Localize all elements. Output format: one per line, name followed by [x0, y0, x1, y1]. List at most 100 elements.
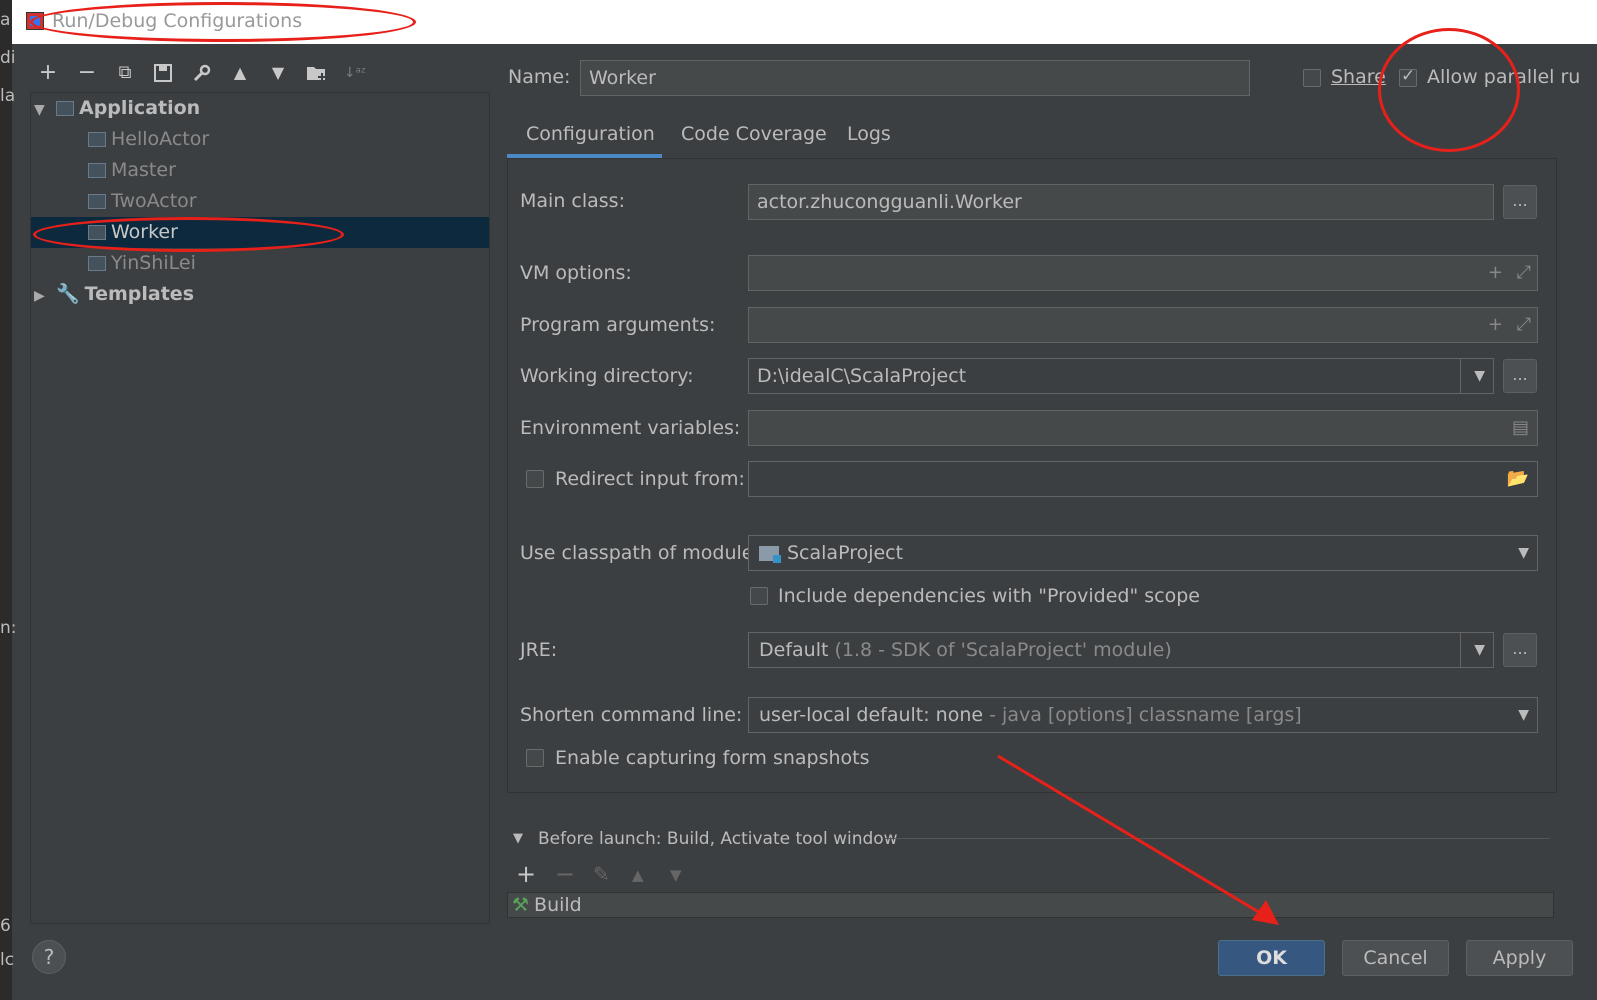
shorten-command-line-label: Shorten command line:	[520, 704, 743, 726]
shorten-command-line-value: user-local default: none	[759, 704, 984, 726]
before-launch-title[interactable]: Before launch: Build, Activate tool wind…	[538, 829, 898, 849]
apply-button[interactable]: Apply	[1466, 940, 1573, 976]
annotation-ellipse-title	[30, 2, 416, 42]
include-dependencies-checkbox[interactable]	[750, 587, 768, 605]
program-arguments-label: Program arguments:	[520, 314, 716, 336]
redirect-input-label[interactable]: Redirect input from:	[555, 468, 745, 490]
wrench-icon[interactable]	[189, 60, 215, 86]
annotation-ellipse-parallel	[1378, 28, 1520, 152]
jre-browse-button[interactable]: ...	[1503, 633, 1537, 667]
folder-icon[interactable]: 📂	[1507, 462, 1529, 496]
capture-snapshots-checkbox[interactable]	[526, 749, 544, 767]
application-icon	[88, 163, 106, 178]
strip-glyph: lc	[0, 950, 15, 970]
working-directory-label: Working directory:	[520, 365, 694, 387]
tree-item-label: YinShiLei	[111, 252, 196, 274]
hammer-icon: ⚒	[512, 894, 530, 916]
strip-glyph: la	[0, 86, 16, 106]
main-class-input[interactable]: actor.zhucongguanli.Worker	[748, 184, 1494, 220]
classpath-module-combo[interactable]: ScalaProject ▼	[748, 535, 1538, 571]
arrow-down-icon[interactable]: ▼	[670, 866, 682, 884]
plus-icon[interactable]: +	[1488, 308, 1503, 342]
vm-options-input[interactable]: + ⤢	[748, 255, 1538, 291]
tree-node-label: Application	[79, 97, 201, 119]
module-folder-icon	[759, 546, 781, 563]
chevron-down-icon[interactable]: ▼	[1518, 698, 1529, 732]
chevron-down-icon[interactable]: ▼	[1474, 633, 1485, 667]
minus-icon[interactable]: −	[74, 60, 100, 86]
tab-logs[interactable]: Logs	[847, 120, 891, 158]
working-directory-value: D:\idealC\ScalaProject	[757, 365, 967, 387]
plus-icon[interactable]: +	[1488, 256, 1503, 290]
plus-icon[interactable]: +	[35, 60, 61, 86]
annotation-arrow	[997, 754, 1279, 925]
new-folder-icon[interactable]	[304, 60, 330, 86]
expand-icon[interactable]: ⤢	[1517, 256, 1531, 290]
application-icon	[88, 132, 106, 147]
share-checkbox[interactable]	[1303, 69, 1321, 87]
tree-node-application[interactable]: ▼ Application	[34, 93, 489, 124]
minus-icon[interactable]: −	[555, 860, 575, 888]
shorten-command-line-combo[interactable]: user-local default: none - java [options…	[748, 697, 1538, 733]
tree-item-yinshilei[interactable]: YinShiLei	[88, 248, 196, 279]
redirect-input-field[interactable]: 📂	[748, 461, 1538, 497]
wrench-icon: 🔧	[56, 283, 80, 305]
program-arguments-input[interactable]: + ⤢	[748, 307, 1538, 343]
main-class-browse-button[interactable]: ...	[1503, 185, 1537, 219]
jre-combo[interactable]: Default (1.8 - SDK of 'ScalaProject' mod…	[748, 632, 1494, 668]
environment-variables-label: Environment variables:	[520, 417, 741, 439]
chevron-down-icon[interactable]: ▼	[34, 95, 56, 126]
chevron-down-icon[interactable]: ▼	[1474, 359, 1485, 393]
chevron-down-icon[interactable]: ▼	[513, 831, 523, 846]
tree-item-twoactor[interactable]: TwoActor	[88, 186, 197, 217]
sort-icon[interactable]: ↓ᵃᶻ	[342, 60, 368, 86]
tree-item-label: HelloActor	[111, 128, 210, 150]
application-icon	[56, 101, 74, 116]
main-class-label: Main class:	[520, 190, 625, 212]
chevron-right-icon[interactable]: ▶	[34, 281, 56, 312]
classpath-module-label: Use classpath of module:	[520, 542, 760, 564]
strip-glyph: a	[0, 10, 11, 30]
before-launch-item[interactable]: ⚒ Build	[512, 894, 582, 916]
arrow-up-icon[interactable]: ▲	[632, 866, 644, 884]
strip-glyph: 6	[0, 916, 11, 936]
combo-separator	[1460, 633, 1461, 667]
save-icon[interactable]	[150, 60, 176, 86]
cancel-button[interactable]: Cancel	[1342, 940, 1449, 976]
arrow-up-icon[interactable]: ▲	[227, 60, 253, 86]
document-icon[interactable]: ▤	[1512, 411, 1529, 445]
ok-button[interactable]: OK	[1218, 940, 1325, 976]
annotation-arrow-head	[1252, 900, 1279, 925]
name-label: Name:	[508, 66, 571, 88]
application-icon	[88, 256, 106, 271]
before-launch-item-label: Build	[534, 894, 582, 916]
copy-icon[interactable]: ⧉	[112, 60, 138, 86]
vm-options-label: VM options:	[520, 262, 632, 284]
plus-icon[interactable]: +	[516, 860, 536, 888]
tree-item-master[interactable]: Master	[88, 155, 176, 186]
strip-glyph: di	[0, 48, 16, 68]
tab-configuration[interactable]: Configuration	[526, 120, 655, 158]
working-directory-browse-button[interactable]: ...	[1503, 359, 1537, 393]
include-dependencies-label[interactable]: Include dependencies with "Provided" sco…	[778, 585, 1200, 607]
tab-code-coverage[interactable]: Code Coverage	[681, 120, 827, 158]
capture-snapshots-label[interactable]: Enable capturing form snapshots	[555, 747, 870, 769]
expand-icon[interactable]: ⤢	[1517, 308, 1531, 342]
annotation-arrow-line	[997, 754, 1273, 922]
redirect-input-checkbox[interactable]	[526, 470, 544, 488]
arrow-down-icon[interactable]: ▼	[265, 60, 291, 86]
environment-variables-input[interactable]: ▤	[748, 410, 1538, 446]
tree-item-helloactor[interactable]: HelloActor	[88, 124, 209, 155]
working-directory-combo[interactable]: D:\idealC\ScalaProject ▼	[748, 358, 1494, 394]
tree-node-templates[interactable]: ▶ 🔧 Templates	[34, 279, 194, 310]
annotation-ellipse-worker	[33, 217, 344, 252]
tree-item-label: Master	[111, 159, 176, 181]
classpath-module-value: ScalaProject	[787, 542, 904, 564]
chevron-down-icon[interactable]: ▼	[1518, 536, 1529, 570]
jre-hint: (1.8 - SDK of 'ScalaProject' module)	[834, 639, 1172, 661]
help-button[interactable]: ?	[32, 940, 66, 974]
name-input[interactable]: Worker	[580, 60, 1250, 96]
tree-item-label: TwoActor	[111, 190, 197, 212]
shorten-command-line-hint: - java [options] classname [args]	[989, 704, 1302, 726]
pencil-icon[interactable]: ✎	[593, 862, 610, 886]
